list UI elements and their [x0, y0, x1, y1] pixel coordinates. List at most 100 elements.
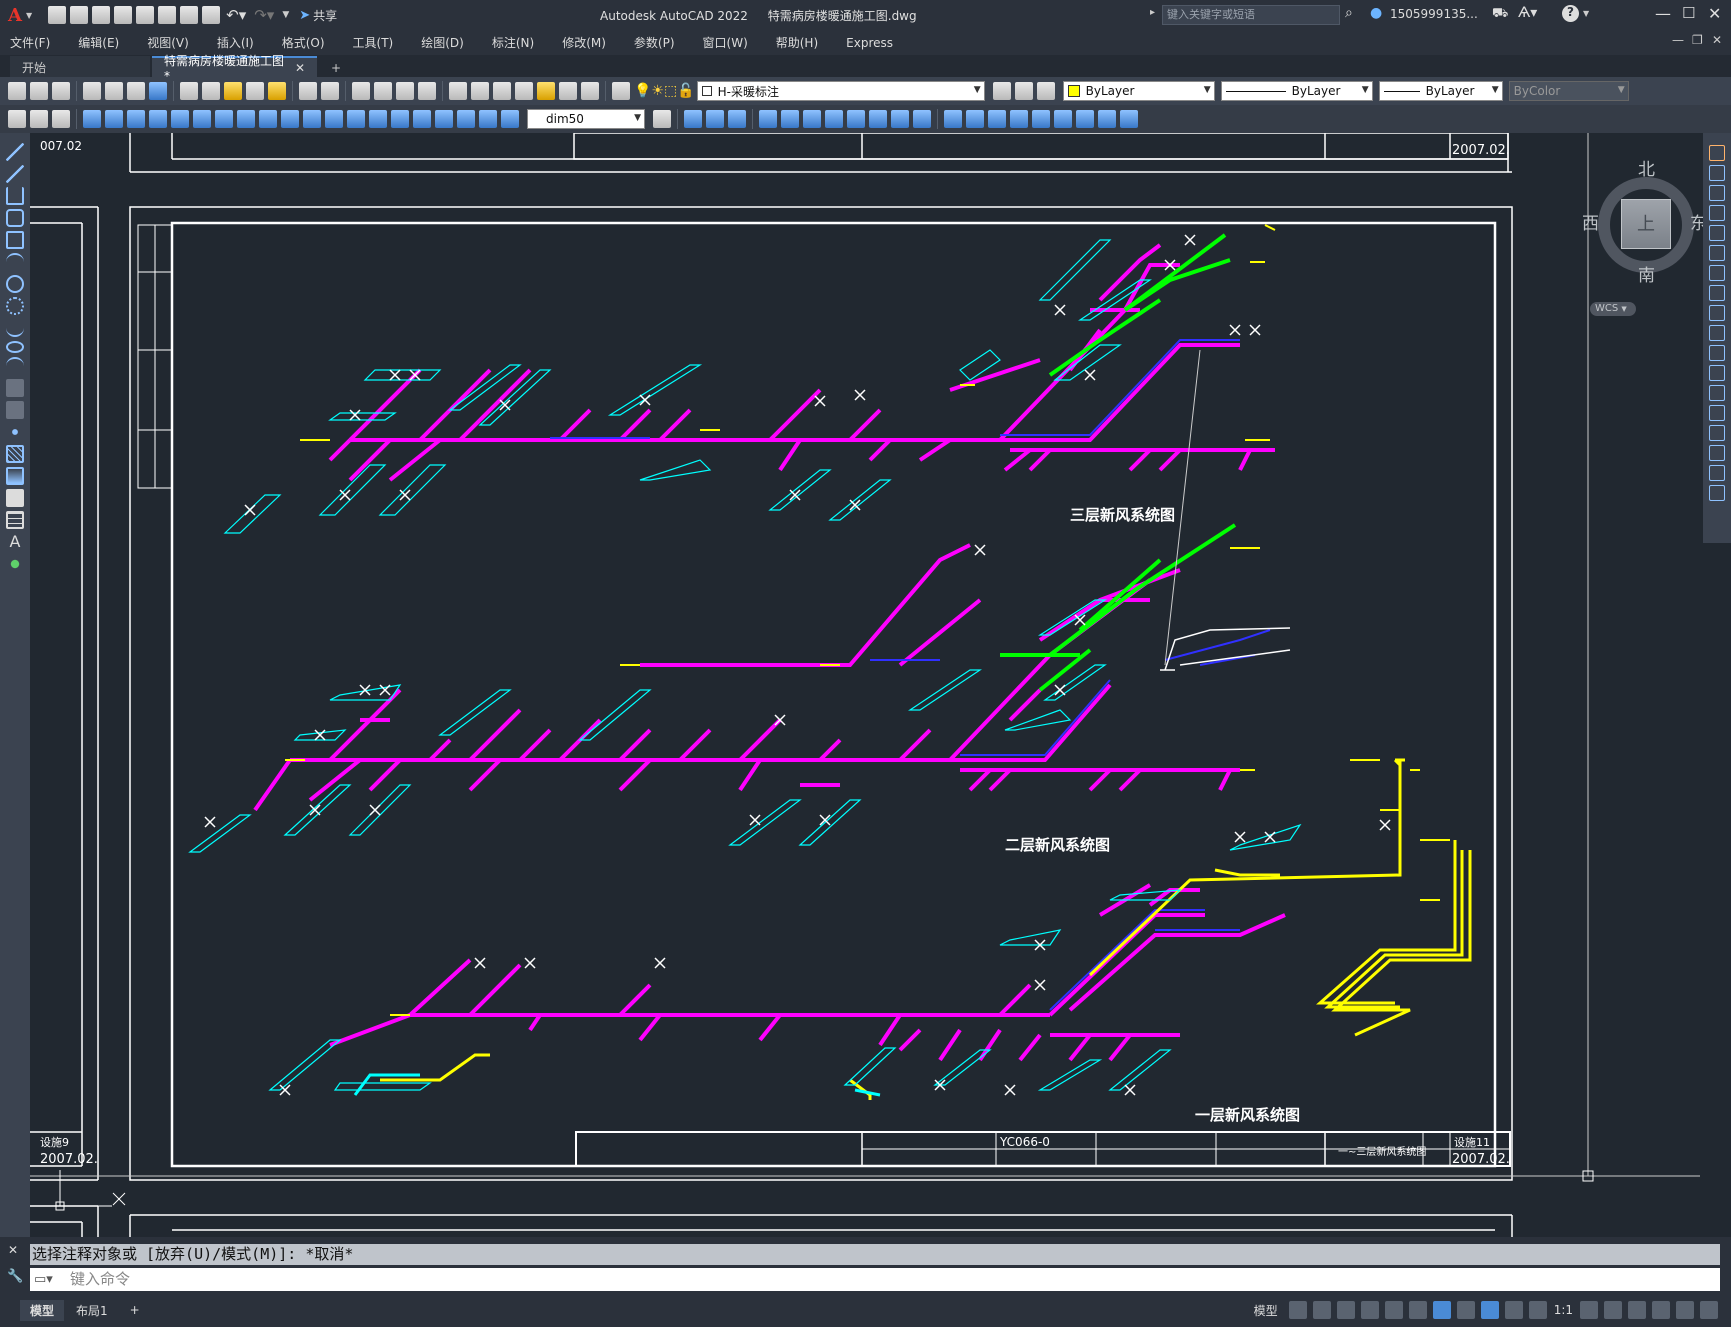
help-icon[interactable]: ? — [1562, 5, 1579, 22]
compass-west[interactable]: 西 — [1582, 209, 1599, 234]
table-icon[interactable] — [6, 511, 24, 529]
color-faces-icon[interactable] — [1076, 110, 1094, 128]
save-toolbar-icon[interactable] — [52, 82, 70, 100]
fillet-icon[interactable] — [1709, 445, 1725, 461]
customize-qat-icon[interactable]: ▼ — [282, 10, 289, 20]
layer-previous-icon[interactable] — [1014, 82, 1033, 100]
ellipse-icon[interactable] — [6, 341, 24, 353]
annotation-scale-value[interactable]: 1:1 — [1554, 1303, 1573, 1317]
share-icon[interactable]: ➤ — [299, 8, 310, 23]
menu-edit[interactable]: 编辑(E) — [78, 34, 119, 51]
chamfer-icon[interactable] — [1709, 425, 1725, 441]
revision-cloud-icon[interactable] — [6, 297, 24, 315]
3d-box-icon[interactable] — [684, 110, 702, 128]
multiline-text-icon[interactable]: A — [6, 533, 24, 551]
continue-icon[interactable] — [303, 110, 321, 128]
recover-icon[interactable] — [52, 110, 70, 128]
menu-draw[interactable]: 绘图(D) — [421, 34, 464, 51]
minimize-icon[interactable]: — — [1655, 4, 1671, 23]
snap-icon[interactable] — [1312, 1301, 1331, 1319]
ellipse-arc-icon[interactable] — [6, 357, 24, 375]
menu-insert[interactable]: 插入(I) — [217, 34, 254, 51]
stretch-icon[interactable] — [1709, 305, 1725, 321]
save-icon[interactable] — [92, 6, 111, 24]
first-floor-system[interactable] — [268, 758, 1472, 1100]
clean-icon[interactable] — [1120, 110, 1138, 128]
plot-toolbar-icon[interactable] — [83, 82, 101, 100]
copy-object-icon[interactable] — [1709, 165, 1725, 181]
share-button[interactable]: 共享 — [313, 7, 337, 24]
open-web-icon[interactable] — [136, 6, 155, 24]
ortho-icon[interactable] — [1336, 1301, 1355, 1319]
menu-window[interactable]: 窗口(W) — [703, 34, 748, 51]
compass-south[interactable]: 南 — [1638, 261, 1655, 286]
zoom-window-icon[interactable] — [396, 82, 414, 100]
menu-modify[interactable]: 修改(M) — [562, 34, 606, 51]
imprint-icon[interactable] — [988, 110, 1006, 128]
maximize-icon[interactable]: ☐ — [1682, 4, 1695, 22]
add-layout-button[interactable]: + — [120, 1301, 150, 1319]
3d-dwf-icon[interactable] — [149, 82, 167, 100]
layer-properties-icon[interactable] — [612, 82, 630, 100]
aligned-dimension-icon[interactable] — [105, 110, 123, 128]
user-name[interactable]: 1505999135... — [1390, 7, 1478, 21]
open-sheet-icon[interactable] — [30, 110, 48, 128]
drawing-svg[interactable]: 007.02 2007.02. 设施9 2007.02. YC066-0 一~三… — [30, 133, 1703, 1237]
loft-icon[interactable] — [825, 110, 843, 128]
quick-dimension-icon[interactable] — [259, 110, 277, 128]
ordinate-icon[interactable] — [149, 110, 167, 128]
mirror-icon[interactable] — [1709, 185, 1725, 201]
arc-icon[interactable] — [6, 253, 24, 271]
dimstyle-dropdown[interactable]: dim50 ▼ — [527, 109, 645, 129]
presspull-icon[interactable] — [847, 110, 865, 128]
array-icon[interactable] — [1709, 225, 1725, 241]
join-icon[interactable] — [1709, 405, 1725, 421]
autodesk-app-icon[interactable]: Ѧ▾ — [1518, 5, 1537, 21]
doc-close-icon[interactable]: ✕ — [1712, 33, 1722, 47]
cart-icon[interactable]: ⛟ — [1492, 6, 1508, 23]
menu-view[interactable]: 视图(V) — [147, 34, 189, 51]
grid-icon[interactable] — [1288, 1301, 1307, 1319]
menu-dimension[interactable]: 标注(N) — [492, 34, 534, 51]
quickcalc-icon[interactable] — [559, 82, 577, 100]
fillet-edge-icon[interactable] — [1010, 110, 1028, 128]
match-properties-icon[interactable] — [246, 82, 264, 100]
break-point-icon[interactable] — [1709, 365, 1725, 381]
undo-icon[interactable]: ↶▾ — [226, 6, 246, 24]
rectangle-icon[interactable] — [6, 231, 24, 249]
tab-close-icon[interactable]: ✕ — [295, 61, 305, 75]
compass-north[interactable]: 北 — [1638, 155, 1655, 180]
command-input[interactable]: ▭▾ 键入命令 — [30, 1268, 1720, 1291]
clean-screen-icon[interactable] — [1676, 1301, 1694, 1319]
help-dropdown-icon[interactable]: ▼ — [1583, 9, 1589, 18]
customize-status-icon[interactable] — [1700, 1301, 1718, 1319]
user-icon[interactable]: ● — [1370, 5, 1382, 21]
open-file-icon[interactable] — [70, 6, 89, 24]
offset-icon[interactable] — [1709, 205, 1725, 221]
viewcube-face-top[interactable]: 上 — [1621, 199, 1671, 249]
zoom-realtime-icon[interactable] — [374, 82, 392, 100]
app-menu-dropdown-icon[interactable]: ▼ — [26, 11, 32, 20]
jogged-icon[interactable] — [193, 110, 211, 128]
lineweight-icon[interactable] — [1456, 1301, 1475, 1319]
tab-document[interactable]: 特需病房楼暖通施工图* ✕ — [152, 54, 317, 83]
qnew-icon[interactable] — [8, 82, 26, 100]
text-edit-icon[interactable] — [479, 110, 497, 128]
design-center-icon[interactable] — [471, 82, 489, 100]
plot-preview-icon[interactable] — [105, 82, 123, 100]
wcs-menu[interactable]: WCS ▼ — [1590, 302, 1636, 316]
center-mark-icon[interactable] — [391, 110, 409, 128]
tab-start[interactable]: 开始 — [10, 56, 150, 77]
union-icon[interactable] — [706, 110, 724, 128]
tolerance-icon[interactable] — [369, 110, 387, 128]
move-icon[interactable] — [1709, 245, 1725, 261]
open-icon[interactable] — [30, 82, 48, 100]
markup-icon[interactable] — [537, 82, 555, 100]
drawing-canvas[interactable]: 007.02 2007.02. 设施9 2007.02. YC066-0 一~三… — [30, 133, 1707, 1237]
viewcube[interactable]: 上 北 南 西 东 — [1582, 153, 1708, 286]
object-snap-icon[interactable] — [1432, 1301, 1451, 1319]
point-icon[interactable] — [6, 423, 24, 441]
command-customize-icon[interactable]: 🔧 — [7, 1269, 23, 1284]
menu-parameters[interactable]: 参数(P) — [634, 34, 675, 51]
layer-match-icon[interactable] — [1036, 82, 1055, 100]
